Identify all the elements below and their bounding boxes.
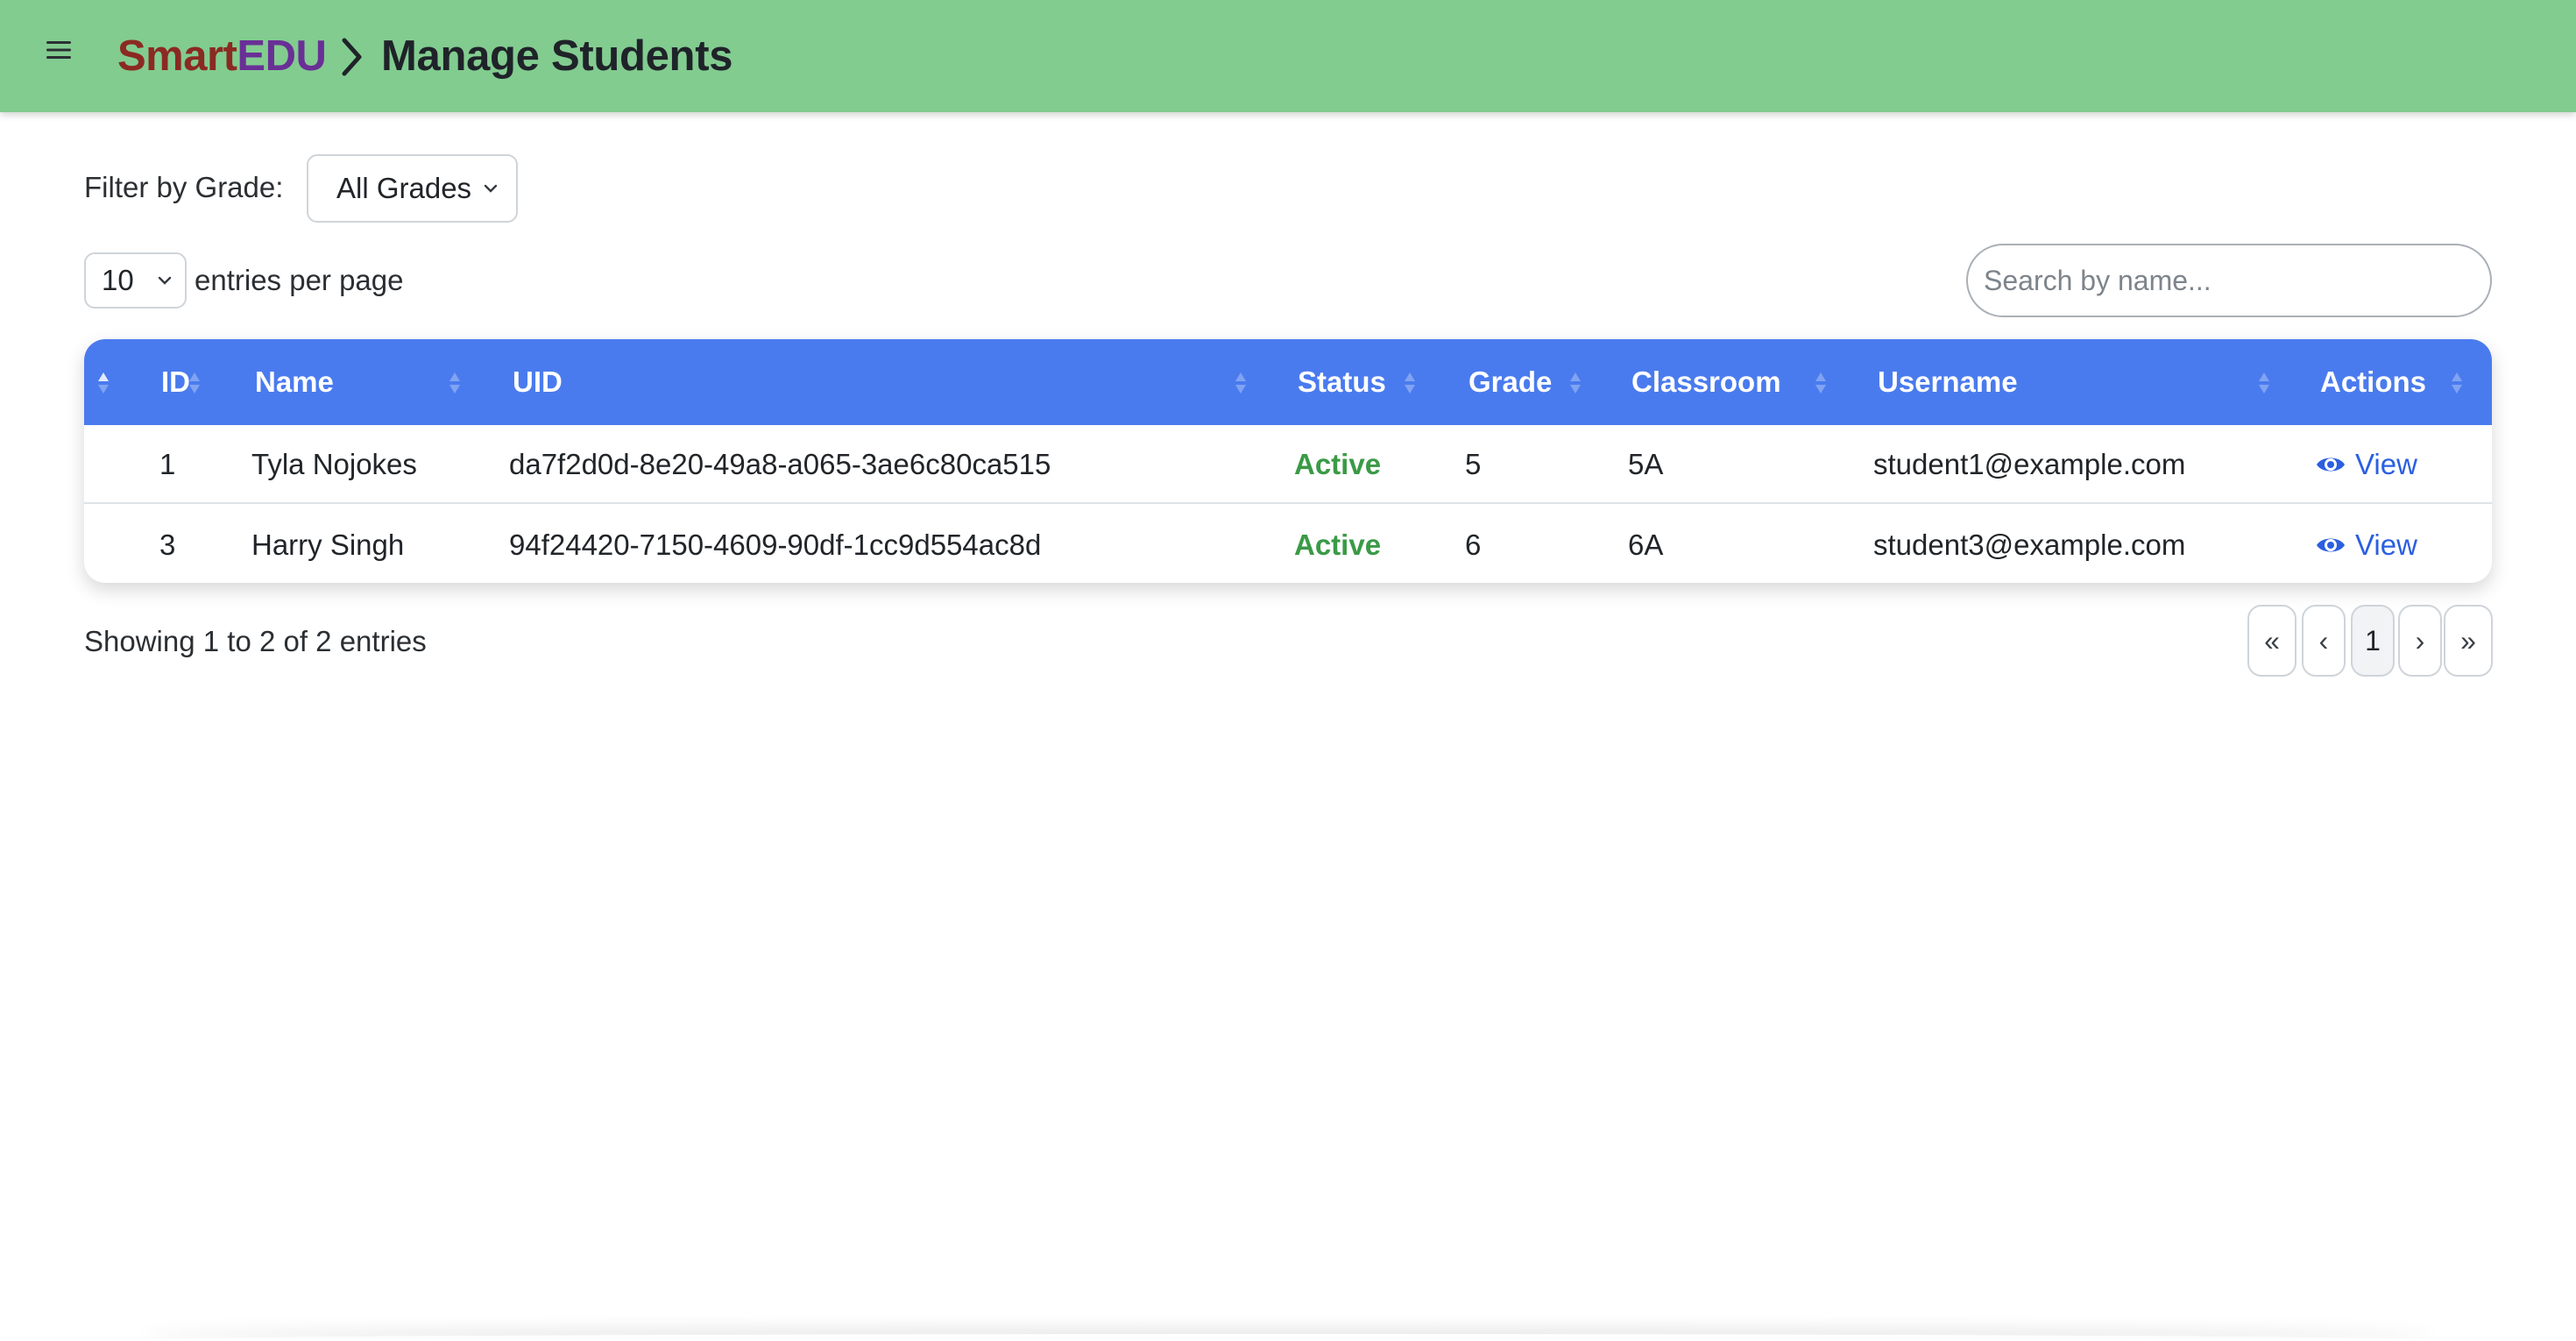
table-row: 1 Tyla Nojokes da7f2d0d-8e20-49a8-a065-3… <box>84 425 2492 504</box>
entries-per-page-select[interactable]: 10 <box>84 252 187 309</box>
cell-uid: da7f2d0d-8e20-49a8-a065-3ae6c80ca515 <box>509 448 1051 480</box>
view-link-label: View <box>2355 448 2417 480</box>
entries-info: Showing 1 to 2 of 2 entries <box>84 625 427 657</box>
entries-per-page-value: 10 <box>102 264 134 296</box>
column-header-uid[interactable]: UID <box>513 339 563 425</box>
menu-toggle-button[interactable] <box>19 11 98 89</box>
sort-icon[interactable] <box>1814 369 1828 397</box>
sort-icon[interactable] <box>1403 369 1417 397</box>
cell-name: Tyla Nojokes <box>251 448 417 480</box>
entries-per-page-label: entries per page <box>195 264 404 296</box>
cell-grade: 5 <box>1465 448 1482 480</box>
brand-smart-text: Smart <box>117 32 237 80</box>
column-header-actions[interactable]: Actions <box>2320 339 2426 425</box>
cell-classroom: 5A <box>1628 448 1664 480</box>
column-header-classroom[interactable]: Classroom <box>1631 339 1781 425</box>
status-badge: Active <box>1294 448 1382 480</box>
chevron-down-icon <box>158 276 172 285</box>
column-header-username[interactable]: Username <box>1878 339 2018 425</box>
cell-uid: 94f24420-7150-4609-90df-1cc9d554ac8d <box>509 529 1042 561</box>
bottom-edge-shadow <box>140 1334 2436 1341</box>
cell-id: 3 <box>159 529 176 561</box>
view-student-link[interactable]: View <box>2315 425 2417 504</box>
cell-classroom: 6A <box>1628 529 1664 561</box>
table-row: 3 Harry Singh 94f24420-7150-4609-90df-1c… <box>84 506 2492 583</box>
hamburger-menu-icon <box>46 41 71 59</box>
eye-icon <box>2317 458 2345 472</box>
brand-logo[interactable]: SmartEDU <box>117 26 327 86</box>
sort-icon[interactable] <box>1568 369 1582 397</box>
cell-username: student3@example.com <box>1873 529 2186 561</box>
sort-icon[interactable] <box>2257 369 2271 397</box>
cell-username: student1@example.com <box>1873 448 2186 480</box>
sort-icon[interactable] <box>1234 369 1248 397</box>
search-input[interactable] <box>1966 244 2492 317</box>
column-header-status[interactable]: Status <box>1298 339 1386 425</box>
column-header-grade[interactable]: Grade <box>1468 339 1552 425</box>
pagination-first-button[interactable]: « <box>2247 605 2296 677</box>
grade-filter-value: All Grades <box>336 172 472 204</box>
table-header: ID Name UID Status Grade Classroom Usern… <box>84 339 2492 425</box>
view-student-link[interactable]: View <box>2315 506 2417 583</box>
sort-icon[interactable] <box>448 369 462 397</box>
column-header-id[interactable]: ID <box>161 339 190 425</box>
sort-asc-icon[interactable] <box>96 369 110 397</box>
chevron-down-icon <box>484 184 498 193</box>
chevron-right-icon <box>342 38 362 76</box>
pagination-page-1[interactable]: 1 <box>2351 605 2395 677</box>
pagination-prev-button[interactable]: ‹ <box>2302 605 2346 677</box>
status-badge: Active <box>1294 529 1382 561</box>
sort-icon[interactable] <box>2450 369 2464 397</box>
cell-id: 1 <box>159 448 176 480</box>
pagination-last-button[interactable]: » <box>2444 605 2493 677</box>
brand-edu-text: EDU <box>237 32 327 80</box>
column-header-name[interactable]: Name <box>255 339 334 425</box>
eye-icon <box>2317 538 2345 552</box>
grade-filter-label: Filter by Grade: <box>84 171 284 203</box>
pagination-next-button[interactable]: › <box>2398 605 2442 677</box>
grade-filter-select[interactable]: All Grades <box>307 154 518 223</box>
students-table: ID Name UID Status Grade Classroom Usern… <box>84 339 2492 583</box>
top-navbar: SmartEDU Manage Students <box>0 0 2576 112</box>
page-title: Manage Students <box>381 32 733 80</box>
cell-name: Harry Singh <box>251 529 405 561</box>
view-link-label: View <box>2355 529 2417 561</box>
cell-grade: 6 <box>1465 529 1482 561</box>
sort-icon[interactable] <box>188 369 202 397</box>
